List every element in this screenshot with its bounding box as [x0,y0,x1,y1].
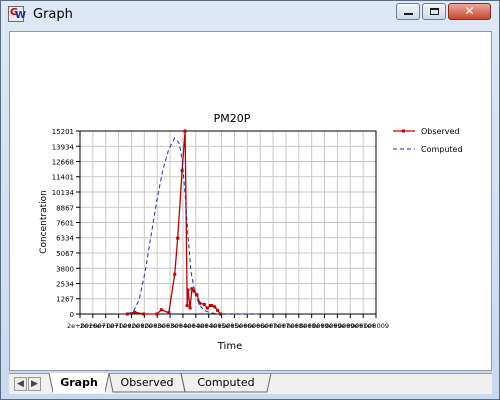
x-axis-label: Time [217,341,242,352]
minimize-button[interactable] [396,3,420,20]
window-title: Graph [33,7,73,22]
y-axis-ticks: 0 1267 2534 3800 5067 6334 7601 8867 10134 11401 1… [52,128,80,319]
title-bar[interactable]: G W Graph ✕ [1,1,499,28]
series-point-observed [210,304,214,308]
legend-observed-marker [402,129,405,133]
close-button[interactable]: ✕ [448,3,491,20]
legend-observed-label: Observed [421,127,460,136]
y-tick-label: 6334 [56,235,74,243]
chart-svg: PM20P 0 1267 2534 3800 5067 6334 7601 8867 10134… [39,112,463,352]
legend-computed-label: Computed [421,145,463,154]
y-tick-label: 1267 [56,296,74,304]
y-tick-label: 2534 [56,280,74,288]
series-point-observed [155,312,159,316]
y-tick-label: 3800 [56,265,74,273]
series-point-observed [213,305,217,309]
chart-title: PM20P [214,112,251,125]
y-tick-label: 10134 [52,189,75,197]
graph-window: G W Graph ✕ PM20P 0 1267 2534 3800 5067 6334 7… [0,0,500,400]
chart-grid [80,131,376,314]
series-point-observed [186,288,190,292]
y-tick-label: 15201 [52,128,74,136]
close-icon: ✕ [464,4,475,18]
y-tick-label: 8867 [56,204,74,212]
series-point-observed [192,289,196,293]
tab-observed[interactable]: Observed [113,374,181,393]
series-point-observed [205,306,209,310]
chart-legend: Observed Computed [393,127,463,154]
y-tick-label: 0 [70,311,74,319]
series-point-observed [167,311,171,315]
minimize-icon [404,13,413,15]
tab-computed[interactable]: Computed [187,374,265,393]
chart-area: PM20P 0 1267 2534 3800 5067 6334 7601 8867 10134… [9,31,492,371]
maximize-icon [430,8,439,15]
series-point-observed [202,302,206,306]
y-tick-label: 7601 [56,219,74,227]
series-point-observed [183,129,187,133]
series-point-observed [159,308,163,312]
y-tick-label: 13934 [52,143,75,151]
series-point-observed [188,306,192,310]
x-tick-label: 1e+009 [363,322,389,330]
tab-bar: ◀ ▶ Graph Observed Computed [9,373,492,394]
series-point-observed [176,236,180,240]
y-axis-label: Concentration [39,190,49,254]
y-tick-label: 5067 [56,250,74,258]
series-point-observed [185,304,189,308]
series-point-observed [216,308,220,312]
maximize-button[interactable] [422,3,446,20]
x-axis-ticks: 2e+0022e+0076e+0071e+0081e+0082e+0082e+0… [67,314,389,330]
series-point-observed [133,310,137,314]
tab-graph[interactable]: Graph [53,374,105,393]
y-tick-label: 12668 [52,158,74,166]
y-tick-label: 11401 [52,174,74,182]
series-point-observed [142,312,146,316]
series-point-observed [173,272,177,276]
graph-app-icon[interactable]: G W [8,6,26,22]
